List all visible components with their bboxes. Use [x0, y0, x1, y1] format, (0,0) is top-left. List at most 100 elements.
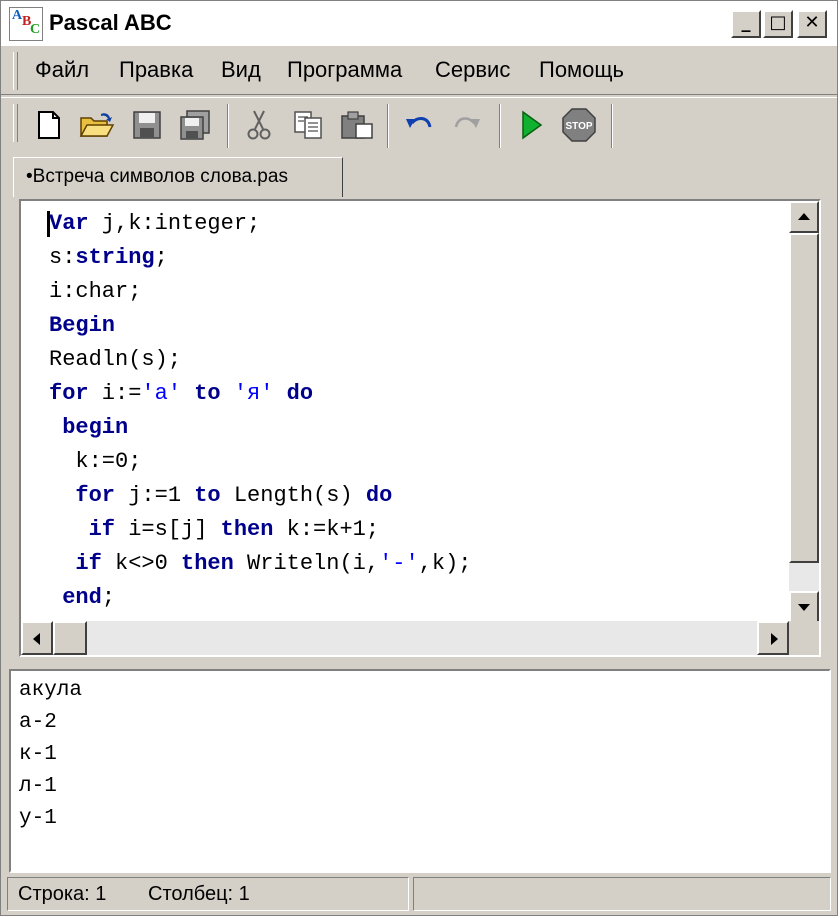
toolbar: STOP: [1, 97, 837, 155]
code-line: k:=0;: [49, 445, 141, 479]
scroll-right-button[interactable]: [757, 621, 789, 655]
code-token: Readln(s);: [49, 347, 182, 372]
save-icon[interactable]: [127, 106, 167, 144]
code-keyword: if: [88, 517, 116, 542]
redo-icon[interactable]: [447, 106, 487, 144]
scroll-up-button[interactable]: [789, 201, 819, 233]
status-panel-info: [413, 877, 831, 911]
toolbar-grip: [13, 104, 18, 142]
code-token: i:=: [88, 381, 142, 406]
code-token: ;: [101, 585, 116, 610]
code-keyword: to: [194, 381, 221, 406]
svg-text:STOP: STOP: [565, 121, 592, 132]
code-token: j:=1: [115, 483, 195, 508]
vertical-scrollbar[interactable]: [789, 201, 819, 623]
code-token: k:=k+1;: [273, 517, 380, 542]
menu-program[interactable]: Программа: [287, 57, 402, 83]
code-string: 'а': [141, 381, 182, 406]
code-line: begin: [49, 411, 128, 445]
horizontal-scroll-thumb[interactable]: [53, 621, 87, 655]
menu-view[interactable]: Вид: [221, 57, 261, 83]
code-keyword: do: [365, 483, 393, 508]
code-line: i:char;: [49, 275, 141, 309]
scroll-corner: [789, 621, 819, 655]
code-keyword: string: [75, 245, 155, 270]
app-icon[interactable]: ABC: [9, 7, 43, 41]
paste-icon[interactable]: [337, 106, 377, 144]
code-string: '-': [379, 551, 419, 576]
output-line: у-1: [19, 807, 57, 830]
code-token: ,k);: [418, 551, 472, 576]
code-token: k:=0;: [49, 449, 142, 474]
code-keyword: then: [220, 517, 274, 542]
code-token: k<>0: [101, 551, 182, 576]
code-keyword: Var: [49, 211, 89, 236]
output-line: а-2: [19, 711, 57, 734]
close-button[interactable]: ✕: [797, 10, 827, 38]
code-line: Readln(s);: [49, 343, 181, 377]
code-token: ;: [154, 245, 168, 270]
menu-bar: Файл Правка Вид Программа Сервис Помощь: [1, 45, 837, 95]
menu-edit[interactable]: Правка: [119, 57, 193, 83]
output-panel[interactable]: акула а-2 к-1 л-1 у-1: [9, 669, 831, 873]
menu-help[interactable]: Помощь: [539, 57, 624, 83]
minimize-button[interactable]: _: [731, 10, 761, 38]
code-keyword: for: [49, 381, 89, 406]
code-keyword: to: [194, 483, 221, 508]
open-folder-icon[interactable]: [77, 106, 117, 144]
code-token: j,k:integer;: [88, 211, 261, 236]
title-bar: ABC Pascal ABC _ □ ✕: [1, 1, 837, 45]
save-all-icon[interactable]: [175, 106, 215, 144]
code-editor[interactable]: Var j,k:integer; s:string; i:char; Begin Rea…: [19, 199, 821, 657]
status-row: Строка: 1: [18, 883, 107, 905]
toolbar-separator: [227, 104, 229, 148]
code-line: end;: [49, 581, 115, 615]
code-line: if k<>0 then Writeln(i,'-',k);: [49, 547, 472, 581]
horizontal-scrollbar[interactable]: [21, 621, 789, 655]
code-keyword: end: [62, 585, 102, 610]
code-line: if i=s[j] then k:=k+1;: [49, 513, 379, 547]
status-column: Столбец: 1: [148, 883, 250, 905]
maximize-button[interactable]: □: [763, 10, 793, 38]
code-token: s:: [49, 245, 76, 270]
menu-file[interactable]: Файл: [35, 57, 89, 83]
output-line: к-1: [19, 743, 57, 766]
code-line: s:string;: [49, 241, 168, 275]
code-line: for i:='а' to 'я' do: [49, 377, 313, 411]
code-keyword: do: [286, 381, 314, 406]
output-line: акула: [19, 679, 83, 702]
app-window: ABC Pascal ABC _ □ ✕ Файл Правка Вид Про…: [0, 0, 838, 916]
run-icon[interactable]: [511, 106, 551, 144]
tab-row: •Встреча символов слова.pas: [1, 155, 837, 199]
new-file-icon[interactable]: [29, 106, 69, 144]
tab-file[interactable]: •Встреча символов слова.pas: [13, 157, 343, 197]
cut-icon[interactable]: [239, 106, 279, 144]
toolbar-separator: [611, 104, 613, 148]
code-line: Begin: [49, 309, 115, 343]
scroll-left-button[interactable]: [21, 621, 53, 655]
code-string: 'я': [233, 381, 274, 406]
toolbar-separator: [499, 104, 501, 148]
status-panel-position: Строка: 1 Столбец: 1: [7, 877, 409, 911]
code-token: Writeln(i,: [233, 551, 380, 576]
copy-icon[interactable]: [289, 106, 329, 144]
menu-grip: [13, 52, 18, 90]
menu-service[interactable]: Сервис: [435, 57, 510, 83]
toolbar-separator: [387, 104, 389, 148]
code-token: i=s[j]: [115, 517, 221, 542]
scroll-down-button[interactable]: [789, 591, 819, 623]
status-bar: Строка: 1 Столбец: 1: [1, 875, 837, 915]
stop-icon[interactable]: STOP: [559, 106, 599, 144]
undo-icon[interactable]: [399, 106, 439, 144]
code-keyword: begin: [62, 415, 129, 440]
code-keyword: if: [75, 551, 102, 576]
vertical-scroll-thumb[interactable]: [789, 233, 819, 563]
code-token: Length(s): [220, 483, 366, 508]
code-keyword: Begin: [49, 313, 116, 338]
